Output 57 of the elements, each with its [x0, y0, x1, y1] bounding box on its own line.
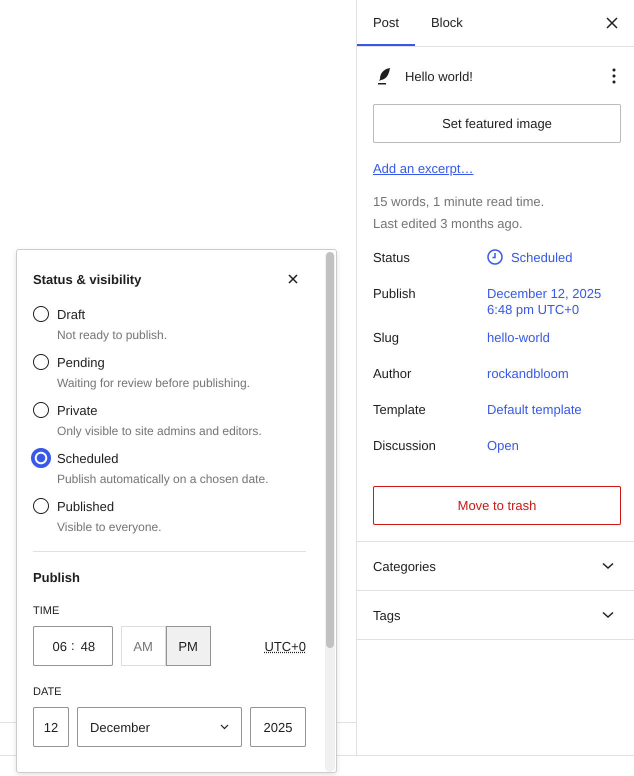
- field-value-link[interactable]: Open: [487, 438, 519, 454]
- radio-button[interactable]: [33, 402, 49, 418]
- option-description: Only visible to site admins and editors.: [57, 424, 263, 438]
- meridiem-button[interactable]: AM: [120, 626, 166, 666]
- option-label[interactable]: Private: [57, 402, 98, 418]
- popover-title: Status & visibility: [33, 272, 142, 286]
- more-vertical-icon: [612, 68, 616, 84]
- option-description: Visible to everyone.: [57, 520, 163, 534]
- close-icon: [606, 17, 618, 29]
- post-stat: Last edited 3 months ago.: [373, 216, 524, 231]
- trash-button[interactable]: Move to trash: [373, 486, 621, 525]
- field-value-link[interactable]: rockandbloom: [487, 366, 569, 382]
- option-label[interactable]: Pending: [57, 354, 105, 370]
- field-label: Publish: [373, 286, 417, 303]
- field-value-link[interactable]: December 12, 2025 6:48 pm UTC+0: [487, 286, 602, 318]
- option-description: Publish automatically on a chosen date.: [57, 472, 270, 486]
- option-label[interactable]: Scheduled: [57, 450, 118, 466]
- meridiem-button[interactable]: PM: [166, 626, 211, 666]
- field-value-link[interactable]: Default template: [487, 402, 582, 418]
- radio-button[interactable]: [31, 448, 51, 468]
- post-title: Hello world!: [405, 68, 473, 84]
- tab[interactable]: Block: [415, 0, 479, 46]
- close-button[interactable]: [604, 15, 620, 31]
- field-label: Discussion: [373, 438, 437, 455]
- option-label[interactable]: Draft: [57, 306, 86, 322]
- month-select[interactable]: December: [77, 707, 242, 747]
- chevron-icon: [220, 724, 229, 730]
- date-label: DATE: [33, 686, 63, 698]
- option-description: Not ready to publish.: [57, 328, 168, 342]
- featured-image-button[interactable]: Set featured image: [373, 104, 621, 143]
- timezone-label[interactable]: UTC+0: [264, 638, 306, 654]
- clock-icon: [487, 249, 503, 265]
- field-label: Status: [373, 250, 411, 267]
- radio-button[interactable]: [33, 306, 49, 322]
- time-label: TIME: [33, 605, 60, 617]
- excerpt-link[interactable]: Add an excerpt…: [373, 161, 474, 176]
- day-field[interactable]: 12: [33, 707, 69, 747]
- close-icon: [288, 274, 298, 284]
- field-value-link[interactable]: hello-world: [487, 330, 550, 346]
- option-label[interactable]: Published: [57, 498, 114, 514]
- field-label: Slug: [373, 330, 400, 347]
- close-button[interactable]: [286, 272, 300, 286]
- more-options-button[interactable]: [610, 66, 618, 86]
- post-stat: 15 words, 1 minute read time.: [373, 194, 546, 209]
- radio-button[interactable]: [33, 354, 49, 370]
- radio-button[interactable]: [33, 498, 49, 514]
- tab[interactable]: Post: [357, 0, 416, 46]
- minute-field[interactable]: 48: [78, 626, 113, 666]
- feather-icon: [377, 67, 391, 85]
- option-description: Waiting for review before publishing.: [57, 376, 251, 390]
- field-label: Author: [373, 366, 412, 383]
- year-field[interactable]: 2025: [250, 707, 306, 747]
- hour-field[interactable]: 06: [33, 626, 67, 666]
- scrollbar[interactable]: [325, 252, 335, 772]
- section-heading: Publish: [33, 570, 81, 585]
- field-value-link[interactable]: Scheduled: [511, 250, 572, 266]
- field-label: Template: [373, 402, 427, 419]
